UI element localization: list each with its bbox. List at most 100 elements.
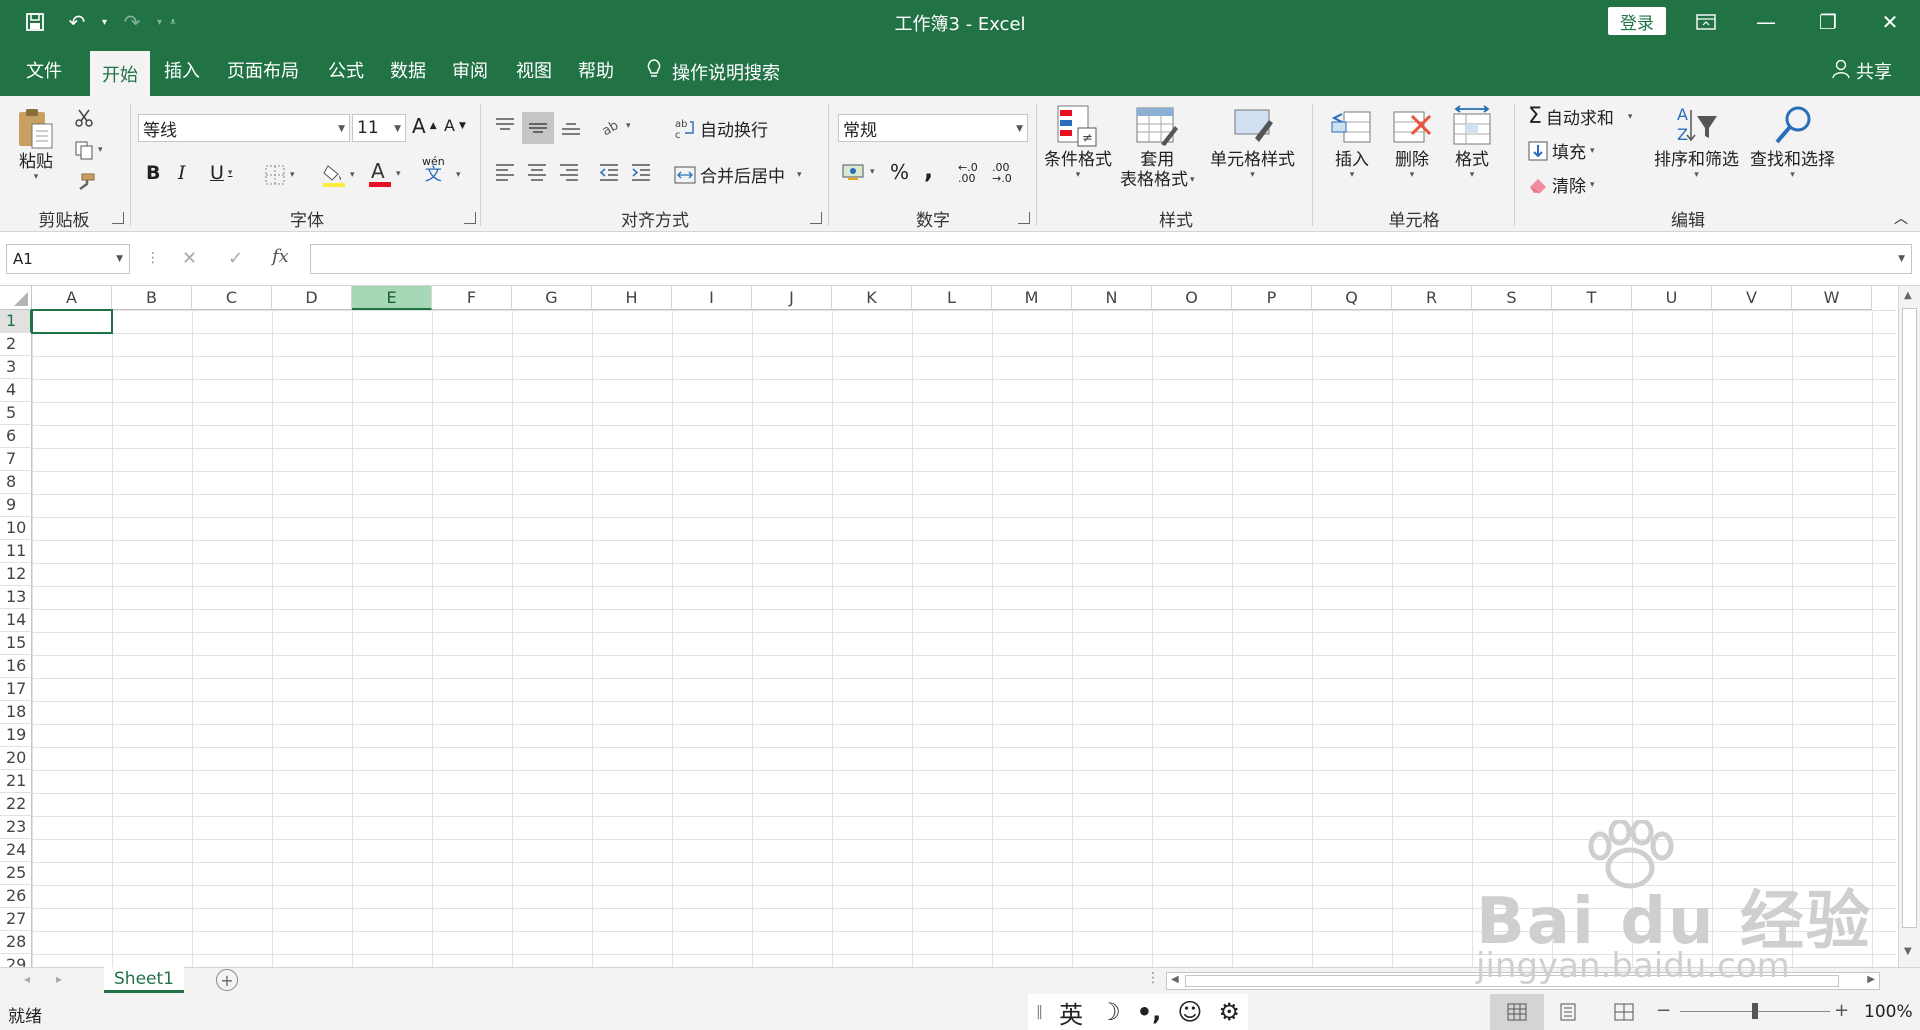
row-header-22[interactable]: 22 <box>0 793 32 816</box>
column-header-u[interactable]: U <box>1632 286 1712 310</box>
column-header-h[interactable]: H <box>592 286 672 310</box>
format-cells-button[interactable]: 格式 ▾ <box>1450 104 1494 181</box>
row-header-16[interactable]: 16 <box>0 655 32 678</box>
delete-cells-button[interactable]: 删除 ▾ <box>1390 104 1434 181</box>
row-header-6[interactable]: 6 <box>0 425 32 448</box>
merge-dropdown-icon[interactable]: ▾ <box>797 170 802 180</box>
row-header-18[interactable]: 18 <box>0 701 32 724</box>
bold-button[interactable]: B <box>146 162 160 184</box>
align-left-button[interactable] <box>494 162 516 182</box>
scroll-up-icon[interactable]: ▲ <box>1904 290 1912 301</box>
row-header-20[interactable]: 20 <box>0 747 32 770</box>
row-header-23[interactable]: 23 <box>0 816 32 839</box>
font-size-dropdown[interactable]: 11 ▼ <box>352 114 406 142</box>
tab-file[interactable]: 文件 <box>14 44 74 96</box>
horizontal-scrollbar[interactable]: ◀ ▶ <box>1166 972 1880 990</box>
row-header-10[interactable]: 10 <box>0 517 32 540</box>
page-break-view-icon[interactable] <box>1614 1003 1634 1026</box>
comma-button[interactable]: , <box>924 156 933 184</box>
minimize-icon[interactable]: — <box>1736 0 1796 44</box>
column-header-p[interactable]: P <box>1232 286 1312 310</box>
column-header-d[interactable]: D <box>272 286 352 310</box>
font-name-dropdown[interactable]: 等线 ▼ <box>138 114 350 142</box>
moon-icon[interactable]: ☽ <box>1099 998 1121 1026</box>
phonetic-dropdown-icon[interactable]: ▾ <box>456 170 461 180</box>
format-as-table-button[interactable]: 套用 表格格式 ▾ <box>1120 104 1195 191</box>
italic-button[interactable]: I <box>178 162 186 184</box>
column-header-b[interactable]: B <box>112 286 192 310</box>
vertical-scrollbar[interactable]: ▲ ▼ <box>1898 286 1920 967</box>
expand-formula-bar-icon[interactable]: ▼ <box>1898 254 1905 264</box>
tab-formulas[interactable]: 公式 <box>316 44 376 96</box>
column-header-n[interactable]: N <box>1072 286 1152 310</box>
zoom-in-icon[interactable]: + <box>1834 1000 1849 1021</box>
ime-mode[interactable]: 英 <box>1059 995 1083 1030</box>
name-box[interactable]: A1 ▼ <box>6 244 130 274</box>
column-header-r[interactable]: R <box>1392 286 1472 310</box>
row-header-12[interactable]: 12 <box>0 563 32 586</box>
settings-gear-icon[interactable]: ⚙ <box>1218 998 1240 1026</box>
autosum-dropdown-icon[interactable]: ▾ <box>1628 112 1633 122</box>
more-options-icon[interactable]: ⋮ <box>146 250 160 266</box>
underline-button[interactable]: U ▾ <box>210 162 232 184</box>
row-header-24[interactable]: 24 <box>0 839 32 862</box>
column-header-g[interactable]: G <box>512 286 592 310</box>
insert-cells-button[interactable]: 插入 ▾ <box>1330 104 1374 181</box>
cancel-entry-icon[interactable]: ✕ <box>182 248 197 269</box>
orientation-button[interactable]: ab ▾ <box>600 116 631 136</box>
row-header-21[interactable]: 21 <box>0 770 32 793</box>
tab-split-handle[interactable]: ⋮ <box>1146 970 1160 986</box>
accounting-format-button[interactable]: ▾ <box>842 162 875 182</box>
format-painter-icon[interactable] <box>74 172 96 192</box>
align-center-button[interactable] <box>526 162 548 182</box>
copy-icon[interactable]: ▾ <box>74 140 103 160</box>
column-header-t[interactable]: T <box>1552 286 1632 310</box>
conditional-dropdown-icon[interactable]: ▾ <box>1076 170 1081 181</box>
cut-icon[interactable] <box>74 108 94 128</box>
select-all-corner[interactable] <box>0 286 32 310</box>
tab-home[interactable]: 开始 <box>90 51 150 96</box>
row-header-4[interactable]: 4 <box>0 379 32 402</box>
tab-insert[interactable]: 插入 <box>152 44 212 96</box>
column-header-s[interactable]: S <box>1472 286 1552 310</box>
zoom-level[interactable]: 100% <box>1864 1002 1913 1022</box>
autosum-button[interactable]: Σ 自动求和 ▾ <box>1528 104 1632 129</box>
increase-decimal-button[interactable]: ←.0 .00 <box>958 162 982 184</box>
formula-input[interactable]: ▼ <box>310 244 1912 274</box>
number-launcher-icon[interactable] <box>1018 212 1030 224</box>
fill-color-button[interactable]: ▾ <box>322 162 355 188</box>
column-header-v[interactable]: V <box>1712 286 1792 310</box>
middle-align-button[interactable] <box>522 112 554 144</box>
close-icon[interactable]: ✕ <box>1860 0 1920 44</box>
paste-dropdown-icon[interactable]: ▾ <box>34 172 39 183</box>
clear-dropdown-icon[interactable]: ▾ <box>1590 180 1595 190</box>
row-header-5[interactable]: 5 <box>0 402 32 425</box>
find-select-button[interactable]: 查找和选择 ▾ <box>1750 104 1835 181</box>
increase-indent-button[interactable] <box>630 162 652 182</box>
decrease-indent-button[interactable] <box>598 162 620 182</box>
sort-filter-button[interactable]: AZ 排序和筛选 ▾ <box>1654 104 1739 181</box>
font-launcher-icon[interactable] <box>464 212 476 224</box>
font-color-dropdown-icon[interactable]: ▾ <box>396 169 401 179</box>
number-format-dropdown[interactable]: 常规 ▼ <box>838 114 1028 142</box>
find-select-dropdown-icon[interactable]: ▾ <box>1790 170 1795 181</box>
decrease-font-size-button[interactable]: A ▼ <box>444 116 466 135</box>
punctuation-icon[interactable]: •, <box>1137 998 1161 1026</box>
column-header-w[interactable]: W <box>1792 286 1872 310</box>
sort-filter-dropdown-icon[interactable]: ▾ <box>1694 170 1699 181</box>
row-header-26[interactable]: 26 <box>0 885 32 908</box>
vertical-scroll-thumb[interactable] <box>1902 308 1917 928</box>
scroll-right-icon[interactable]: ▶ <box>1867 974 1875 985</box>
fill-dropdown-icon[interactable]: ▾ <box>1590 146 1595 156</box>
tab-data[interactable]: 数据 <box>378 44 438 96</box>
tell-me-search[interactable]: 操作说明搜索 <box>646 58 780 85</box>
column-header-k[interactable]: K <box>832 286 912 310</box>
column-header-j[interactable]: J <box>752 286 832 310</box>
tab-help[interactable]: 帮助 <box>566 44 626 96</box>
share-button[interactable]: 共享 <box>1832 58 1892 84</box>
column-header-c[interactable]: C <box>192 286 272 310</box>
delete-cells-dropdown-icon[interactable]: ▾ <box>1410 170 1415 181</box>
row-header-3[interactable]: 3 <box>0 356 32 379</box>
confirm-entry-icon[interactable]: ✓ <box>228 248 243 269</box>
phonetic-guide-button[interactable]: wén 文 <box>422 156 445 184</box>
